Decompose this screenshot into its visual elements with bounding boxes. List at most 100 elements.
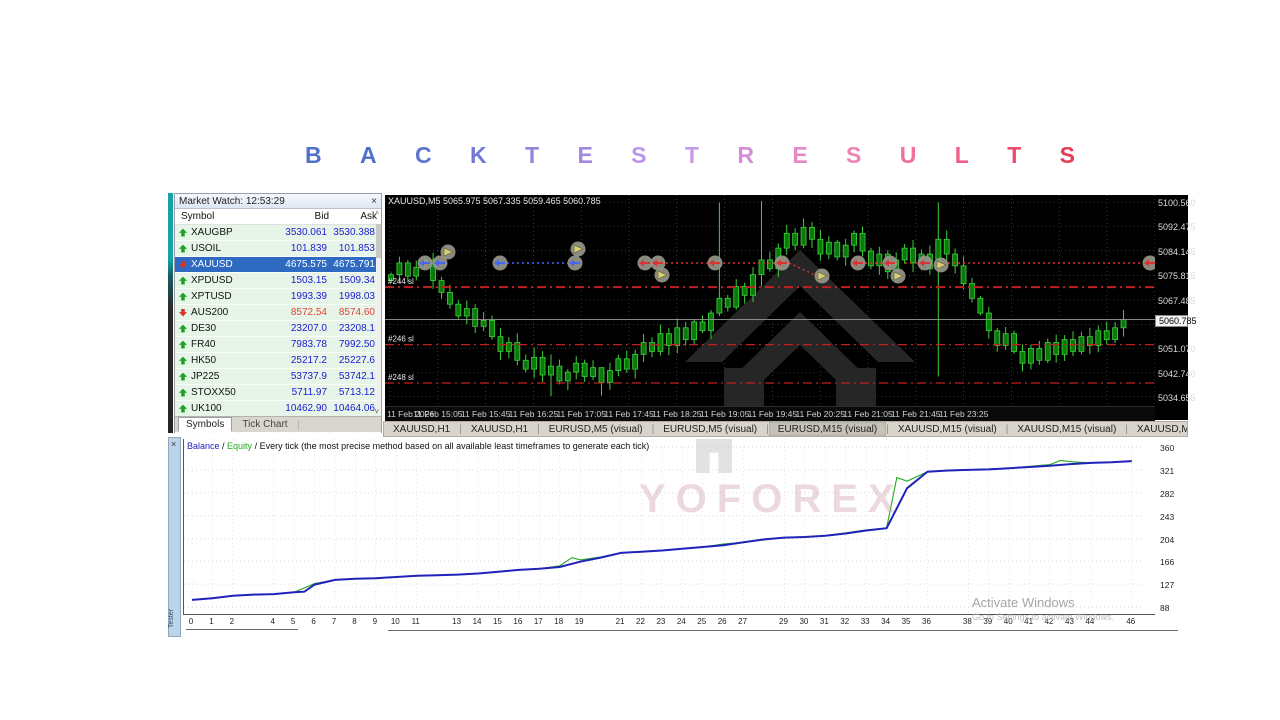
chart-tab[interactable]: XAUUSD,M15 (visual)	[889, 422, 1006, 436]
report-x-tick: 32	[840, 617, 849, 626]
bid-value: 5711.97	[267, 387, 327, 398]
report-x-tick: 36	[922, 617, 931, 626]
report-y-axis: 36032128224320416612788	[1158, 439, 1188, 619]
toolbox-edge-strip[interactable]: × Tester	[168, 437, 181, 637]
bid-value: 101.839	[267, 243, 327, 254]
report-y-tick: 88	[1160, 603, 1169, 613]
market-watch-row[interactable]: XAUUSD4675.5754675.791	[175, 257, 381, 273]
chart-tab[interactable]: EURUSD,M5 (visual)	[540, 422, 652, 436]
arrow-down-icon	[179, 309, 187, 317]
report-y-tick: 321	[1160, 466, 1174, 476]
current-price-box: 5060.785	[1155, 315, 1188, 327]
market-watch-row[interactable]: USOIL101.839101.853	[175, 241, 381, 257]
report-x-tick: 23	[656, 617, 665, 626]
price-tick-label: 5051.070	[1158, 344, 1196, 354]
report-x-tick: 26	[718, 617, 727, 626]
bid-value: 1993.39	[267, 291, 327, 302]
report-x-tick: 16	[513, 617, 522, 626]
report-x-tick: 19	[575, 617, 584, 626]
scroll-up-icon[interactable]: ^	[375, 210, 379, 219]
market-watch-row[interactable]: HK5025217.225227.6	[175, 353, 381, 369]
ask-value: 23208.1	[327, 323, 375, 334]
ask-value: 10464.06	[327, 403, 375, 414]
title-letter: E	[792, 142, 807, 169]
chart-tab-bar: XAUUSD,H1|XAUUSD,H1|EURUSD,M5 (visual)|E…	[383, 421, 1188, 437]
market-watch-row[interactable]: JP22553737.953742.1	[175, 369, 381, 385]
ask-value: 25227.6	[327, 355, 375, 366]
ask-value: 7992.50	[327, 339, 375, 350]
arrow-up-icon	[179, 405, 187, 413]
market-watch-row[interactable]: XAUGBP3530.0613530.388	[175, 225, 381, 241]
time-axis[interactable]: 11 Feb 202611 Feb 15:0511 Feb 15:4511 Fe…	[385, 406, 1155, 421]
chart-tab[interactable]: EURUSD,M15 (visual)	[769, 422, 886, 436]
pane-border	[388, 630, 1178, 631]
symbol-name: AUS200	[191, 307, 267, 318]
market-watch-rows: XAUGBP3530.0613530.388USOIL101.839101.85…	[175, 225, 381, 433]
title-letter: T	[685, 142, 699, 169]
balance-equity-chart	[184, 439, 1156, 615]
column-bid[interactable]: Bid	[269, 211, 329, 222]
close-icon[interactable]: ×	[171, 439, 176, 449]
price-tick-label: 5100.560	[1158, 198, 1196, 208]
report-x-tick: 27	[738, 617, 747, 626]
ask-value: 4675.791	[327, 259, 375, 270]
report-x-tick: 31	[820, 617, 829, 626]
market-watch-row[interactable]: XPDUSD1503.151509.34	[175, 273, 381, 289]
report-x-tick: 38	[963, 617, 972, 626]
report-x-tick: 24	[677, 617, 686, 626]
chart-tab[interactable]: EURUSD,M5 (visual)	[654, 422, 766, 436]
title-letter: S	[1060, 142, 1075, 169]
symbol-name: USOIL	[191, 243, 267, 254]
report-chart-panel[interactable]: YOFOREX Balance / Equity / Every tick (t…	[183, 439, 1155, 615]
report-x-tick: 30	[799, 617, 808, 626]
close-icon[interactable]: ×	[371, 196, 377, 207]
symbol-name: JP225	[191, 371, 267, 382]
tab-tick-chart[interactable]: Tick Chart	[232, 420, 298, 430]
legend-description: / Every tick (the most precise method ba…	[255, 441, 650, 451]
chart-tab[interactable]: XAUUSD,H1	[462, 422, 537, 436]
report-y-tick: 166	[1160, 557, 1174, 567]
market-watch-row[interactable]: STOXX505711.975713.12	[175, 385, 381, 401]
market-watch-row[interactable]: UK10010462.9010464.06	[175, 401, 381, 417]
report-x-tick: 13	[452, 617, 461, 626]
arrow-up-icon	[179, 293, 187, 301]
market-watch-scrollbar[interactable]	[376, 224, 381, 412]
price-tick-label: 5042.740	[1158, 369, 1196, 379]
market-watch-titlebar[interactable]: Market Watch: 12:53:29 ×	[175, 194, 381, 209]
symbol-name: DE30	[191, 323, 267, 334]
time-tick-label: 11 Feb 21:05	[843, 409, 892, 419]
market-watch-row[interactable]: XPTUSD1993.391998.03	[175, 289, 381, 305]
market-watch-row[interactable]: DE3023207.023208.1	[175, 321, 381, 337]
candle-chart-panel[interactable]: #244 sl#246 sl#248 sl XAUUSD,M5 5065.975…	[385, 195, 1155, 406]
bid-value: 53737.9	[267, 371, 327, 382]
ask-value: 1998.03	[327, 291, 375, 302]
chart-tab[interactable]: XAUUSD,M15 (visual)	[1128, 422, 1188, 436]
chart-tab[interactable]: XAUUSD,H1	[384, 422, 459, 436]
bid-value: 7983.78	[267, 339, 327, 350]
time-tick-label: 11 Feb 19:45	[748, 409, 797, 419]
ask-value: 101.853	[327, 243, 375, 254]
symbol-name: XPTUSD	[191, 291, 267, 302]
pane-border	[186, 629, 298, 630]
column-ask[interactable]: Ask	[329, 211, 377, 222]
time-tick-label: 11 Feb 17:05	[556, 409, 605, 419]
time-tick-label: 11 Feb 17:45	[604, 409, 653, 419]
activate-windows-watermark: Activate Windows	[972, 595, 1075, 610]
title-letter: U	[900, 142, 917, 169]
report-y-tick: 282	[1160, 489, 1174, 499]
column-symbol[interactable]: Symbol	[175, 211, 269, 222]
report-x-tick: 8	[352, 617, 356, 626]
ask-value: 5713.12	[327, 387, 375, 398]
arrow-up-icon	[179, 245, 187, 253]
chart-tab[interactable]: XAUUSD,M15 (visual)	[1008, 422, 1125, 436]
scroll-down-icon[interactable]: ˅	[374, 407, 379, 416]
market-watch-row[interactable]: AUS2008572.548574.60	[175, 305, 381, 321]
tab-symbols[interactable]: Symbols	[178, 417, 232, 432]
desktop: BACKTESTRESULTS Market Watch: 12:53:29 ×…	[0, 0, 1280, 720]
price-axis[interactable]: 5100.5605092.4755084.1455075.8155067.485…	[1155, 195, 1188, 420]
scrollbar-thumb[interactable]	[376, 224, 381, 258]
time-tick-label: 11 Feb 16:25	[509, 409, 558, 419]
title-letter: B	[305, 142, 322, 169]
report-x-tick: 2	[230, 617, 234, 626]
market-watch-row[interactable]: FR407983.787992.50	[175, 337, 381, 353]
